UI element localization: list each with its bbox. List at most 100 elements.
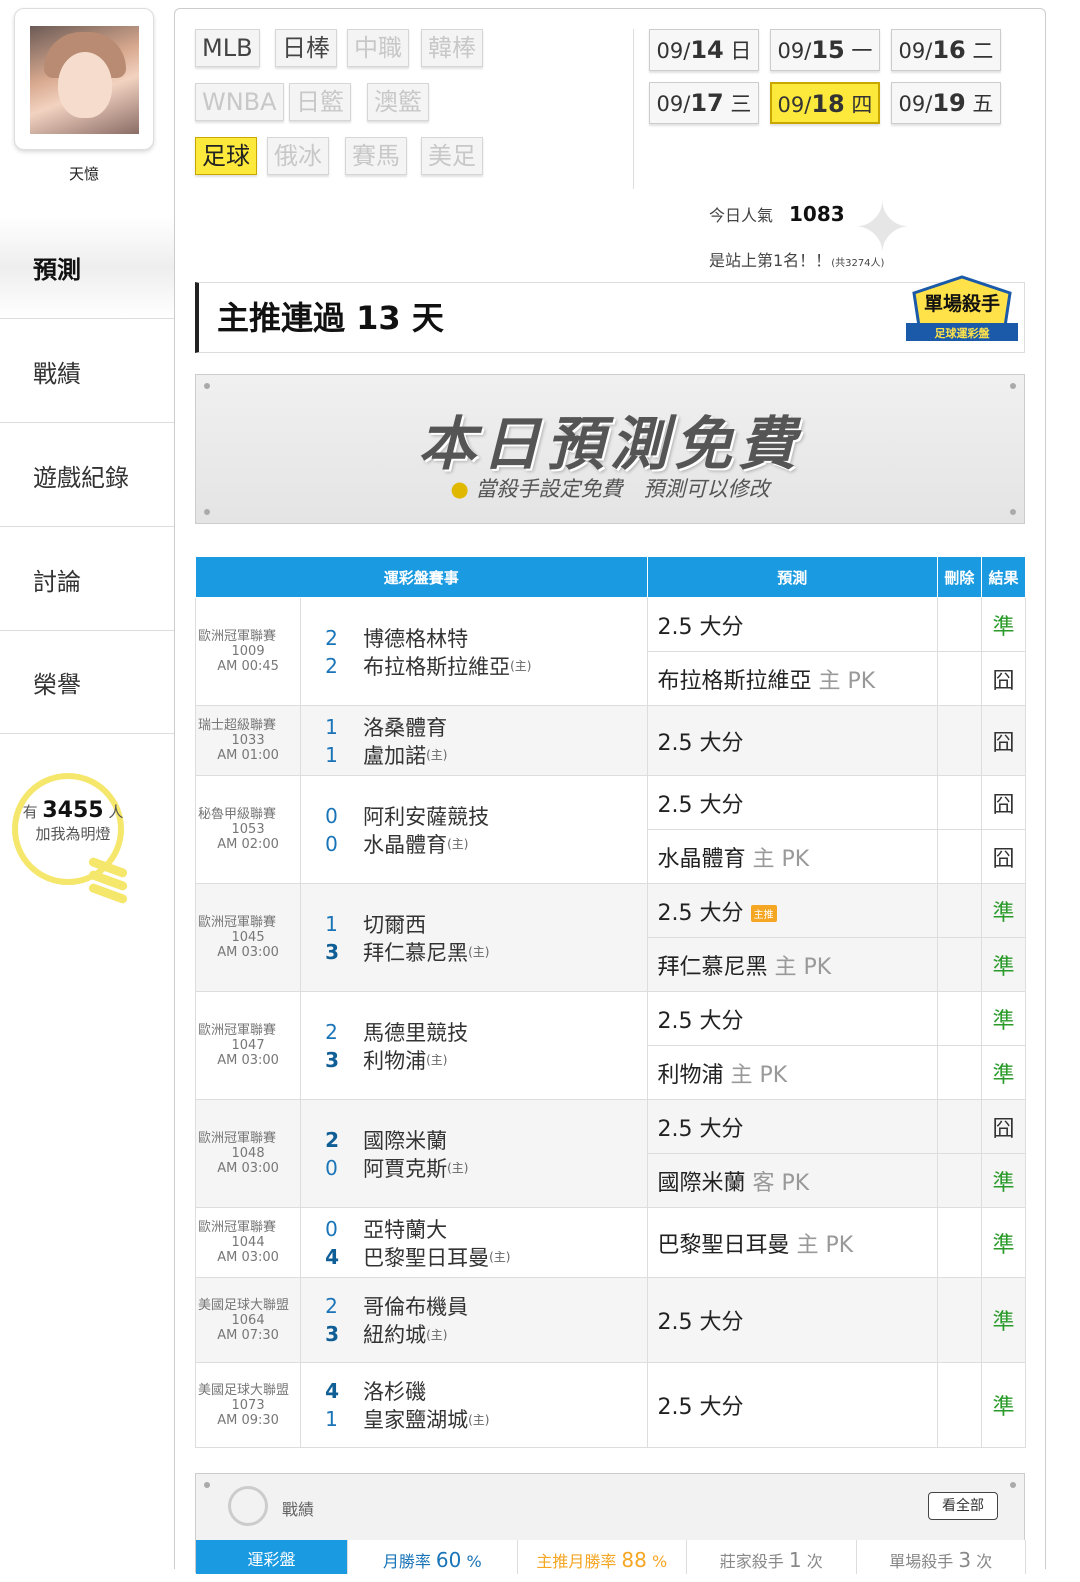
league-cell: 歐洲冠軍聯賽 1047 AM 03:00: [194, 991, 302, 1100]
avatar[interactable]: [14, 8, 154, 150]
nav-item[interactable]: 遊戲紀錄: [0, 424, 174, 527]
date-day: 15: [811, 36, 845, 64]
league-cell: 美國足球大聯盟 1073 AM 09:30: [194, 1362, 302, 1448]
away-team: 4 洛杉磯: [325, 1377, 646, 1405]
team-name: 皇家鹽湖城: [363, 1408, 469, 1432]
team-score: 2: [325, 653, 338, 678]
team-name: 國際米蘭: [363, 1128, 448, 1153]
prediction-cell: 巴黎聖日耳曼 主 PK: [646, 1207, 938, 1278]
date-button[interactable]: 09/18 四: [770, 82, 880, 124]
team-score: 0: [325, 803, 338, 828]
prediction-cell: 拜仁慕尼黑 主 PK: [646, 937, 938, 992]
prediction-text: 2.5 大分: [657, 730, 744, 756]
sport-button: 中職: [347, 29, 409, 67]
date-button[interactable]: 09/17 三: [649, 82, 759, 124]
team-score: 2: [325, 1019, 338, 1044]
game-time: AM 03:00: [217, 1250, 279, 1265]
prediction-text: 2.5 大分: [657, 900, 744, 926]
team-name: 亞特蘭大: [363, 1217, 448, 1242]
date-month: 09/: [656, 92, 691, 116]
game-number: 1044: [231, 1235, 265, 1250]
home-mark: (主): [510, 659, 532, 673]
team-name: 切爾西: [363, 912, 427, 937]
league-name: 歐洲冠軍聯賽: [198, 915, 277, 930]
prediction-side: 主 PK: [811, 668, 876, 694]
teams-cell: 2 博德格林特 2 布拉格斯拉維亞 (主): [300, 597, 648, 706]
header-prediction: 預測: [646, 556, 938, 598]
target-icon: [228, 1486, 268, 1526]
prediction-text: 拜仁慕尼黑: [657, 954, 768, 980]
header-match: 運彩盤賽事: [195, 556, 648, 598]
sport-button[interactable]: MLB: [195, 29, 260, 67]
result-cell: 囧: [980, 829, 1027, 884]
away-team: 1 切爾西: [325, 910, 646, 938]
delete-cell: [936, 937, 982, 992]
date-button[interactable]: 09/14 日: [649, 29, 759, 71]
stats-tab-unit: 次: [801, 1552, 823, 1571]
result-cell: 準: [980, 1277, 1027, 1363]
league-cell: 秘魯甲級聯賽 1053 AM 02:00: [194, 775, 302, 884]
game-number: 1073: [231, 1397, 265, 1413]
home-team: 0 阿賈克斯 (主): [325, 1154, 646, 1182]
table-row: 秘魯甲級聯賽 1053 AM 02:00 0 阿利安薩競技 0 水晶體育 (主) 2.5 大分囧: [194, 775, 1027, 884]
sport-button[interactable]: 日棒: [275, 29, 337, 67]
prediction-cell: 布拉格斯拉維亞 主 PK: [646, 651, 938, 706]
nav-item[interactable]: 預測: [0, 216, 174, 319]
date-weekday: 三: [723, 92, 752, 116]
prediction-cell: 2.5 大分: [646, 705, 938, 776]
team-score: 4: [325, 1379, 340, 1403]
avatar-image: [30, 26, 139, 134]
delete-cell: [936, 829, 982, 884]
home-team: 1 皇家鹽湖城 (主): [325, 1405, 646, 1433]
team-name: 盧加諾: [363, 743, 427, 768]
prediction-text: 布拉格斯拉維亞: [657, 668, 812, 694]
nav-item[interactable]: 榮譽: [0, 631, 174, 734]
team-score: 1: [325, 911, 338, 936]
team-score: 2: [325, 1127, 340, 1152]
team-name: 拜仁慕尼黑: [363, 940, 469, 965]
delete-cell: [936, 597, 982, 652]
result-cell: 準: [980, 1045, 1027, 1100]
date-weekday: 五: [965, 92, 994, 116]
table-row: 瑞士超級聯賽 1033 AM 01:00 1 洛桑體育 1 盧加諾 (主) 2.5 大分 囧: [194, 705, 1027, 776]
fans-count[interactable]: 有 3455 人 加我為明燈: [18, 798, 128, 844]
nav-item[interactable]: 討論: [0, 528, 174, 631]
league-name: 美國足球大聯盟: [198, 1297, 290, 1313]
stats-tab-label: 單場殺手: [889, 1552, 959, 1571]
stats-tab-label: 主推月勝率: [536, 1552, 622, 1571]
date-button[interactable]: 09/16 二: [891, 29, 1001, 71]
stats-tab-value: 3: [958, 1548, 972, 1572]
prediction-text: 2.5 大分: [657, 1116, 744, 1142]
nav-item[interactable]: 戰績: [0, 320, 174, 423]
game-time: AM 09:30: [217, 1412, 279, 1428]
table-row: 美國足球大聯盟 1064 AM 07:30 2 哥倫布機員 3 紐約城 (主) 2.5 大分 準: [194, 1277, 1027, 1363]
game-time: AM 03:00: [217, 1053, 279, 1068]
divider: [633, 29, 634, 189]
date-button[interactable]: 09/15 一: [770, 29, 880, 71]
view-all-button[interactable]: 看全部: [928, 1492, 998, 1520]
stats-tab-value: 1: [788, 1548, 802, 1572]
team-name: 巴黎聖日耳曼: [363, 1245, 490, 1270]
killer-badge-icon: 單場殺手 足球運彩盤: [906, 275, 1018, 341]
sport-button: 賽馬: [345, 137, 407, 175]
date-button[interactable]: 09/19 五: [891, 82, 1001, 124]
result-cell: 準: [980, 991, 1027, 1046]
result-cell: 準: [980, 1362, 1027, 1448]
home-mark: (主): [447, 1161, 469, 1175]
game-time: AM 03:00: [217, 945, 279, 960]
date-month: 09/: [777, 93, 812, 117]
sport-button: 韓棒: [421, 29, 483, 67]
table-row: 歐洲冠軍聯賽 1045 AM 03:00 1 切爾西 3 拜仁慕尼黑 (主) 2.5 大分 主推…: [194, 883, 1027, 992]
team-score: 1: [325, 1407, 338, 1431]
bulb-small-icon: ●: [450, 477, 469, 501]
result-cell: 囧: [980, 705, 1027, 776]
sport-button: 俄冰: [267, 137, 329, 175]
date-weekday: 二: [965, 39, 994, 63]
home-team: 1 盧加諾 (主): [325, 741, 646, 769]
delete-cell: [936, 1045, 982, 1100]
prediction-text: 國際米蘭: [657, 1170, 746, 1196]
streak-banner: 主推連過 13 天 單場殺手 足球運彩盤: [195, 275, 1025, 353]
delete-cell: [936, 705, 982, 776]
rank-text: 是站上第1名！！: [709, 251, 832, 270]
sport-button[interactable]: 足球: [195, 137, 257, 175]
